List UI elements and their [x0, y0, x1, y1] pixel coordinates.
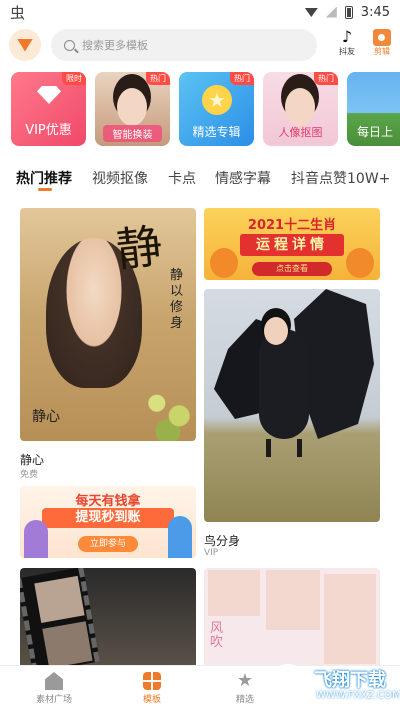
tab-emotion-captions[interactable]: 情感字幕	[215, 168, 271, 188]
portrait-face	[264, 317, 288, 345]
promo-line1: 每天有钱拿	[75, 494, 141, 509]
bug-icon: 虫	[10, 3, 26, 22]
signal-icon	[325, 6, 337, 18]
nav-label: 模板	[142, 695, 161, 705]
watermark-title: 飞翔下载	[314, 670, 386, 691]
active-tab-indicator	[38, 188, 52, 191]
tile-badge: 限时	[62, 72, 86, 85]
film-strip-image	[20, 568, 100, 668]
legs	[266, 439, 302, 457]
search-placeholder: 搜索更多模板	[82, 39, 148, 52]
zodiac-headline: 2021十二生肖	[247, 218, 337, 233]
status-bar: 虫 3:45	[0, 0, 400, 24]
card-title: 静心	[20, 453, 45, 467]
collage-photo	[324, 574, 376, 664]
collage-photo	[266, 570, 320, 630]
tab-hot[interactable]: 热门推荐	[16, 168, 72, 188]
battery-icon	[344, 5, 353, 19]
template-card-zodiac[interactable]: 2021十二生肖 运程详情 点击查看	[204, 208, 380, 280]
watermark-url: WWW.FXXZ.COM	[316, 690, 400, 701]
status-icons: 3:45	[304, 4, 390, 20]
category-tabs: 热门推荐 视频抠像 卡点 情感字幕 抖音点赞10W+	[0, 160, 400, 196]
calligraphy-text: 静	[113, 218, 166, 278]
tiktok-icon: ♪	[341, 27, 353, 46]
promo-banner[interactable]: 每天有钱拿 提现秒到账 立即参与	[20, 486, 196, 558]
zodiac-subtext: 点击查看	[252, 262, 332, 276]
poem-text: 静以修身	[170, 268, 184, 331]
template-card-collage[interactable]: 风吹	[204, 568, 380, 668]
tab-video-cutout[interactable]: 视频抠像	[92, 168, 148, 188]
search-input[interactable]: 搜索更多模板	[51, 29, 317, 61]
ox-illustration	[210, 248, 238, 278]
card-subtitle: VIP	[204, 548, 219, 558]
person-illustration	[24, 520, 48, 558]
tile-daily[interactable]: 每日上	[347, 72, 400, 146]
tile-badge: 热门	[314, 72, 338, 85]
template-card-film[interactable]	[20, 568, 196, 668]
film-photo	[34, 575, 85, 623]
person-illustration	[168, 516, 192, 558]
top-bar: 搜索更多模板 ♪ 抖友 剪辑	[0, 28, 400, 62]
promo-line2: 提现秒到账	[42, 508, 174, 528]
cut-label: 剪辑	[374, 47, 390, 56]
tile-label: 智能换装	[103, 125, 162, 142]
tile-smart-outfit[interactable]: 热门 智能换装	[95, 72, 170, 146]
tile-label: VIP优惠	[25, 123, 72, 138]
tile-vip[interactable]: 限时 VIP优惠	[11, 72, 86, 146]
promo-join-button[interactable]: 立即参与	[78, 536, 138, 552]
portrait-image	[117, 88, 147, 126]
app-logo[interactable]	[9, 29, 41, 61]
film-photo	[42, 621, 93, 668]
tile-featured-album[interactable]: 热门 ★ 精选专辑	[179, 72, 254, 146]
collage-photo	[208, 570, 260, 616]
tiktok-label: 抖友	[339, 47, 355, 56]
zodiac-banner: 运程详情	[240, 234, 344, 256]
wifi-icon	[304, 8, 318, 17]
tab-beat-sync[interactable]: 卡点	[168, 168, 196, 188]
home-icon	[45, 672, 63, 690]
category-tiles: 限时 VIP优惠 热门 智能换装 热门 ★ 精选专辑 热门 人像抠图 每日上	[0, 72, 400, 146]
card-subtitle: 免费	[20, 470, 39, 480]
template-grid-icon	[143, 672, 161, 690]
nav-templates[interactable]: 模板	[112, 672, 192, 705]
nav-label: 素材广场	[35, 695, 72, 705]
signature-text: 静心	[32, 409, 60, 425]
template-card-bird[interactable]	[204, 289, 380, 522]
nav-material-square[interactable]: 素材广场	[14, 672, 94, 705]
collage-text: 风吹	[210, 621, 224, 650]
logo-icon	[17, 38, 33, 52]
tile-label: 精选专辑	[192, 125, 241, 139]
portrait-image	[285, 88, 315, 126]
star-badge-icon: ★	[202, 85, 232, 115]
status-time: 3:45	[360, 4, 390, 20]
tab-douyin-likes[interactable]: 抖音点赞10W+	[291, 168, 390, 188]
tile-badge: 热门	[146, 72, 170, 85]
star-icon: ★	[236, 670, 254, 691]
tile-label: 每日上	[357, 125, 394, 139]
bird-body	[259, 329, 309, 439]
flowers-decoration	[140, 378, 196, 441]
tile-badge: 热门	[230, 72, 254, 85]
video-cut-icon	[373, 29, 391, 46]
watermark-logo-icon	[268, 664, 308, 704]
cut-button[interactable]: 剪辑	[367, 28, 397, 57]
tile-label: 人像抠图	[278, 126, 323, 139]
ox-illustration	[346, 248, 374, 278]
search-icon	[64, 39, 75, 51]
tiktok-button[interactable]: ♪ 抖友	[332, 28, 362, 57]
template-card-jingxin[interactable]: 静 静以修身 静心	[20, 208, 196, 441]
card-title: 鸟分身	[204, 534, 241, 548]
site-watermark: 飞翔下载 WWW.FXXZ.COM	[268, 664, 400, 708]
tile-portrait-cutout[interactable]: 热门 人像抠图	[263, 72, 338, 146]
diamond-icon	[37, 86, 61, 104]
